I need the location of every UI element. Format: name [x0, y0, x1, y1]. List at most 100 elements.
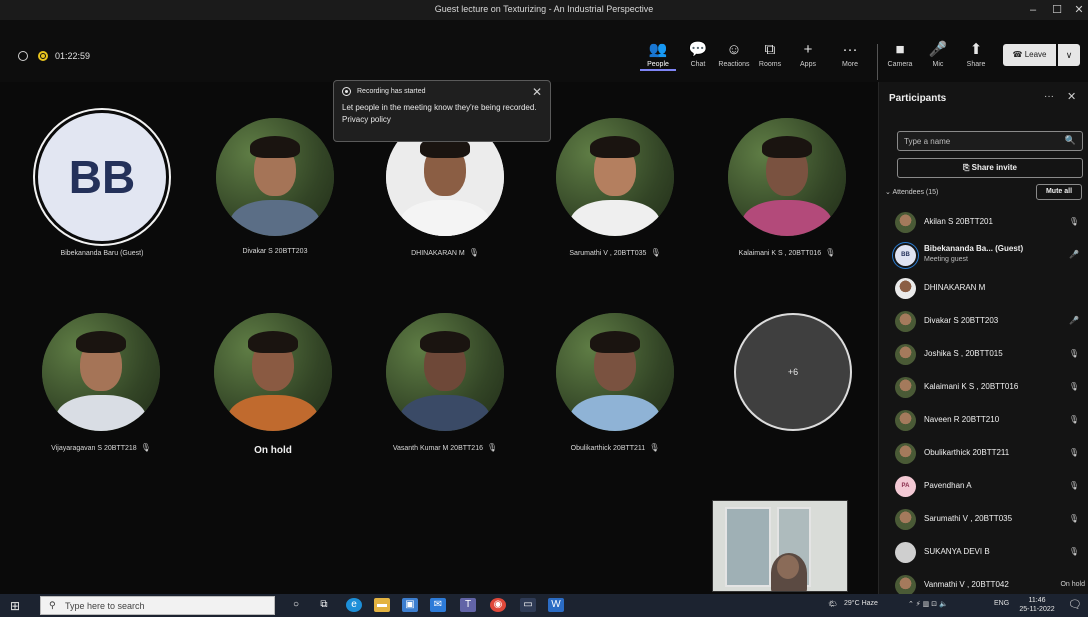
windows-taskbar: ⊞ ⚲ ○ ⧉ e ▬ ▣ ✉ T ◉ ▭ W 🌤 29°C Haze ⌃ ⚡ … — [0, 594, 1088, 617]
attendee-name: Bibekananda Ba... (Guest) — [924, 244, 1024, 253]
attendee-row[interactable]: Sarumathi V , 20BTT035 🎙 — [879, 505, 1088, 538]
attendee-row[interactable]: Divakar S 20BTT203 🎤 — [879, 307, 1088, 340]
minimize-button[interactable]: – — [1020, 2, 1046, 18]
leave-button[interactable]: ☎ Leave — [1003, 44, 1056, 66]
camera-button[interactable]: ■ Camera — [882, 40, 918, 68]
participant-tile[interactable]: Vijayaragavan S 20BTT218 🎙 — [26, 313, 176, 452]
participant-photo — [42, 313, 160, 431]
task-view-icon[interactable]: ⧉ — [316, 598, 332, 612]
attendee-row[interactable]: BB Bibekananda Ba... (Guest) Meeting guest… — [879, 241, 1088, 274]
media-icon[interactable]: ▭ — [520, 598, 536, 612]
participant-tile[interactable]: Obulikarthick 20BTT211 🎙 — [540, 313, 690, 452]
attendee-name: Pavendhan A — [924, 481, 972, 490]
edge-icon[interactable]: e — [346, 598, 362, 612]
taskbar-clock[interactable]: 11:46 25-11-2022 — [1014, 596, 1060, 614]
share-invite-button[interactable]: ⎘ Share invite — [897, 158, 1083, 178]
reactions-button[interactable]: ☺ Reactions — [716, 40, 752, 68]
mic-button[interactable]: 🎤 Mic — [920, 40, 956, 68]
apps-icon: + — [803, 41, 813, 58]
system-tray-icons[interactable]: ⌃ ⚡ ▥ ⊡ 🔈 — [908, 600, 948, 608]
mic-off-icon: 🎙 — [1068, 514, 1079, 523]
notifications-icon[interactable]: 🗨 — [1068, 598, 1082, 611]
mic-icon: 🎙 — [468, 248, 479, 257]
participant-tile[interactable]: BB Bibekananda Baru (Guest) — [22, 110, 182, 257]
attendee-row[interactable]: Vanmathi V , 20BTT042 On hold — [879, 571, 1088, 594]
attendee-avatar — [895, 443, 916, 464]
avatar-initials: BB — [35, 110, 169, 244]
attendee-row[interactable]: Kalaimani K S , 20BTT016 🎙 — [879, 373, 1088, 406]
teams-icon[interactable]: T — [460, 598, 476, 612]
people-button[interactable]: 👥 People — [640, 40, 676, 71]
close-window-button[interactable]: ✕ — [1066, 2, 1088, 18]
file-explorer-icon[interactable]: ▬ — [374, 598, 390, 612]
rooms-button[interactable]: ⧉ Rooms — [752, 40, 788, 68]
store-icon[interactable]: ▣ — [402, 598, 418, 612]
mail-icon[interactable]: ✉ — [430, 598, 446, 612]
participant-tile[interactable]: On hold — [198, 313, 348, 456]
attendee-name: Naveen R 20BTT210 — [924, 415, 1000, 424]
self-video-head — [777, 555, 799, 579]
chat-button[interactable]: 💬 Chat — [680, 40, 716, 68]
recording-icon — [342, 87, 351, 96]
mute-all-button[interactable]: Mute all — [1036, 184, 1082, 200]
participant-tile[interactable]: Sarumathi V , 20BTT035 🎙 — [540, 118, 690, 257]
participant-name: Kalaimani K S , 20BTT016 🎙 — [738, 248, 836, 257]
attendee-name: SUKANYA DEVI B — [924, 547, 990, 556]
close-notification-button[interactable]: ✕ — [532, 85, 542, 99]
attendee-name: Joshika S , 20BTT015 — [924, 349, 1003, 358]
participant-tile[interactable]: Divakar S 20BTT203 — [200, 118, 350, 255]
attendee-row[interactable]: DHINAKARAN M — [879, 274, 1088, 307]
attendee-row[interactable]: Akilan S 20BTT201 🎙 — [879, 208, 1088, 241]
share-invite-label: Share invite — [971, 163, 1017, 172]
more-icon: ··· — [842, 41, 858, 58]
share-button[interactable]: ⬆ Share — [958, 40, 994, 68]
attendee-row[interactable]: Obulikarthick 20BTT211 🎙 — [879, 439, 1088, 472]
participant-name: Divakar S 20BTT203 — [242, 248, 308, 255]
participant-tile[interactable]: Vasanth Kumar M 20BTT216 🎙 — [370, 313, 520, 452]
participant-photo — [728, 118, 846, 236]
attendee-row[interactable]: PA Pavendhan A 🎙 — [879, 472, 1088, 505]
language-indicator[interactable]: ENG — [994, 600, 1009, 607]
participant-search[interactable]: 🔍 — [897, 131, 1083, 151]
attendee-row[interactable]: Naveen R 20BTT210 🎙 — [879, 406, 1088, 439]
attendee-avatar — [895, 575, 916, 594]
participant-name: Vijayaragavan S 20BTT218 🎙 — [51, 443, 151, 452]
word-icon[interactable]: W — [548, 598, 564, 612]
panel-more-button[interactable]: ··· — [1044, 91, 1054, 102]
cortana-icon[interactable]: ○ — [288, 598, 304, 612]
attendee-name: Obulikarthick 20BTT211 — [924, 448, 1010, 457]
weather-text[interactable]: 29°C Haze — [844, 600, 878, 607]
more-button[interactable]: ··· More — [832, 40, 868, 68]
attendees-header[interactable]: ⌄ Attendees (15) — [885, 188, 938, 196]
recording-notification: Recording has started ✕ Let people in th… — [333, 80, 551, 142]
mic-off-icon: 🎙 — [1068, 547, 1079, 556]
windows-start-icon[interactable]: ⊞ — [10, 599, 20, 613]
participant-tile[interactable]: Kalaimani K S , 20BTT016 🎙 — [712, 118, 862, 257]
attendee-avatar — [895, 377, 916, 398]
leave-options-button[interactable]: ∨ — [1058, 44, 1080, 66]
camera-icon: ■ — [895, 41, 905, 58]
attendee-row[interactable]: SUKANYA DEVI B 🎙 — [879, 538, 1088, 571]
camera-label: Camera — [887, 61, 913, 68]
people-icon: 👥 — [648, 41, 668, 58]
share-screen-icon: ⬆ — [969, 41, 983, 58]
attendee-row[interactable]: Joshika S , 20BTT015 🎙 — [879, 340, 1088, 373]
participant-search-input[interactable] — [904, 135, 1064, 148]
more-participants-tile[interactable]: +6 — [718, 313, 868, 431]
mic-off-icon: 🎙 — [1068, 382, 1079, 391]
taskbar-search-input[interactable] — [65, 600, 265, 612]
mic-off-icon: 🎙 — [1068, 481, 1079, 490]
chrome-icon[interactable]: ◉ — [490, 598, 506, 612]
panel-close-button[interactable]: ✕ — [1067, 90, 1076, 103]
attendee-avatar — [895, 509, 916, 530]
attendee-name: Kalaimani K S , 20BTT016 — [924, 382, 1019, 391]
self-video-preview[interactable] — [712, 500, 848, 592]
reactions-label: Reactions — [718, 61, 750, 68]
attendee-avatar — [895, 212, 916, 233]
clock-time: 11:46 — [1028, 597, 1046, 604]
attendee-avatar — [895, 344, 916, 365]
weather-icon[interactable]: 🌤 — [828, 600, 837, 608]
taskbar-search[interactable]: ⚲ — [40, 596, 275, 615]
apps-button[interactable]: + Apps — [790, 40, 826, 68]
attendee-list: Akilan S 20BTT201 🎙 BB Bibekananda Ba... (… — [879, 208, 1088, 594]
